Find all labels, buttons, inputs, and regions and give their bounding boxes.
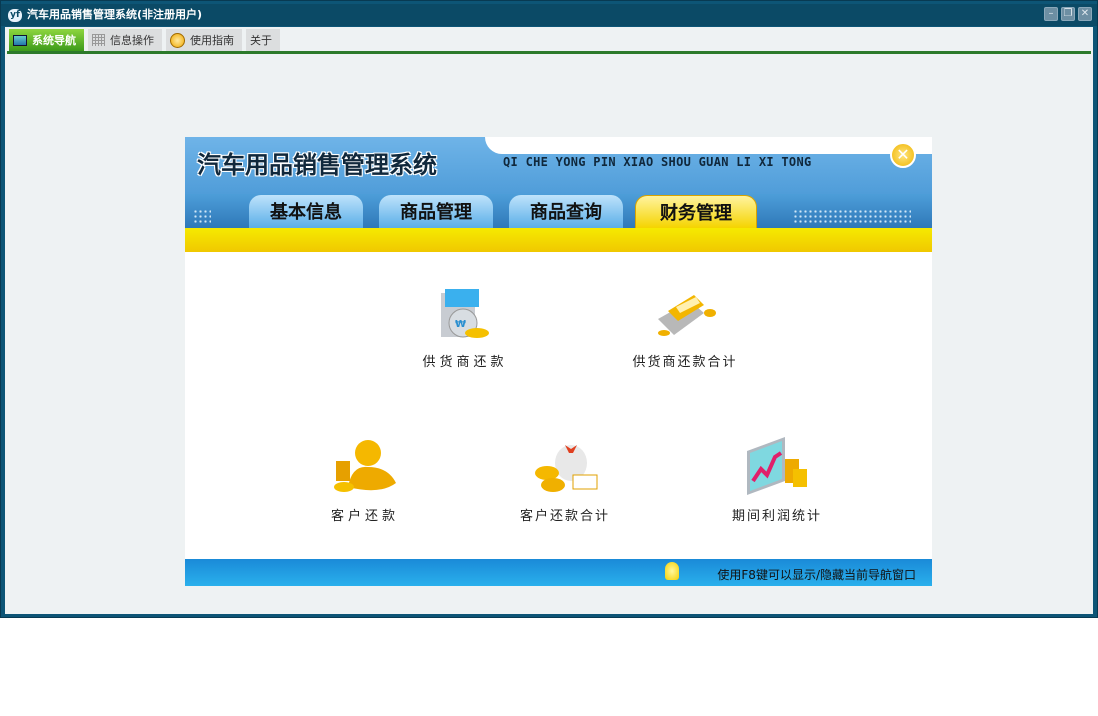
- tab-guide[interactable]: 使用指南: [166, 29, 242, 51]
- header-decoration: [485, 137, 932, 154]
- supplier-payment-total-icon: [658, 295, 716, 336]
- tab-about[interactable]: 关于: [246, 29, 280, 51]
- title-bar: yf 汽车用品销售管理系统(非注册用户): [1, 4, 1097, 26]
- panel-title: 汽车用品销售管理系统: [197, 151, 437, 179]
- tab-label: 信息操作: [110, 34, 154, 47]
- main-tabs: 系统导航 信息操作 使用指南 关于: [9, 29, 280, 51]
- tab-underline: [7, 51, 1091, 54]
- nav-tab-goods-mgmt[interactable]: 商品管理: [379, 195, 493, 228]
- tab-system-nav[interactable]: 系统导航: [9, 29, 84, 51]
- app-logo-icon: yf: [8, 9, 22, 22]
- item-supplier-payment[interactable]: ₩ 供货商还款: [385, 283, 545, 370]
- help-icon: [170, 32, 185, 48]
- restore-button[interactable]: ❐: [1061, 7, 1075, 21]
- item-customer-payment[interactable]: 客户还款: [285, 437, 445, 524]
- item-label: 客户还款合计: [519, 509, 610, 524]
- item-customer-payment-total[interactable]: 客户还款合计: [485, 437, 645, 524]
- dots-decoration: [193, 209, 211, 223]
- tab-info-ops[interactable]: 信息操作: [88, 29, 162, 51]
- yellow-strip: [185, 228, 932, 252]
- item-label: 期间利润统计: [731, 509, 822, 524]
- window-title: 汽车用品销售管理系统(非注册用户): [27, 8, 203, 21]
- item-supplier-payment-total[interactable]: 供货商还款合计: [605, 283, 765, 370]
- nav-tab-goods-query[interactable]: 商品查询: [509, 195, 623, 228]
- nav-tab-basic-info[interactable]: 基本信息: [249, 195, 363, 228]
- footer-hint: 使用F8键可以显示/隐藏当前导航窗口: [717, 568, 916, 582]
- panel-close-button[interactable]: ✕: [890, 142, 916, 168]
- item-label: 供货商还款: [422, 355, 508, 370]
- navigation-panel: 汽车用品销售管理系统 QI CHE YONG PIN XIAO SHOU GUA…: [185, 137, 932, 586]
- supplier-payment-icon: ₩: [441, 289, 489, 338]
- lightbulb-icon: [665, 562, 679, 580]
- panel-pinyin: QI CHE YONG PIN XIAO SHOU GUAN LI XI TON…: [503, 155, 812, 169]
- item-label: 客户还款: [330, 509, 399, 524]
- minimize-button[interactable]: –: [1044, 7, 1058, 21]
- svg-text:₩: ₩: [455, 319, 466, 330]
- customer-payment-total-icon: [535, 445, 598, 492]
- item-label: 供货商还款合计: [632, 355, 738, 370]
- profit-stats-icon: [747, 437, 807, 495]
- customer-payment-icon: [334, 440, 396, 492]
- item-profit-stats[interactable]: 期间利润统计: [697, 437, 857, 524]
- grid-icon: [92, 34, 105, 46]
- tab-label: 系统导航: [32, 34, 76, 47]
- nav-tab-finance[interactable]: 财务管理: [635, 195, 757, 228]
- panel-footer: 使用F8键可以显示/隐藏当前导航窗口: [185, 559, 932, 586]
- monitor-icon: [13, 34, 27, 46]
- tab-label: 关于: [250, 34, 272, 47]
- close-button[interactable]: ✕: [1078, 7, 1092, 21]
- dots-decoration: [793, 209, 911, 223]
- tab-label: 使用指南: [190, 34, 234, 47]
